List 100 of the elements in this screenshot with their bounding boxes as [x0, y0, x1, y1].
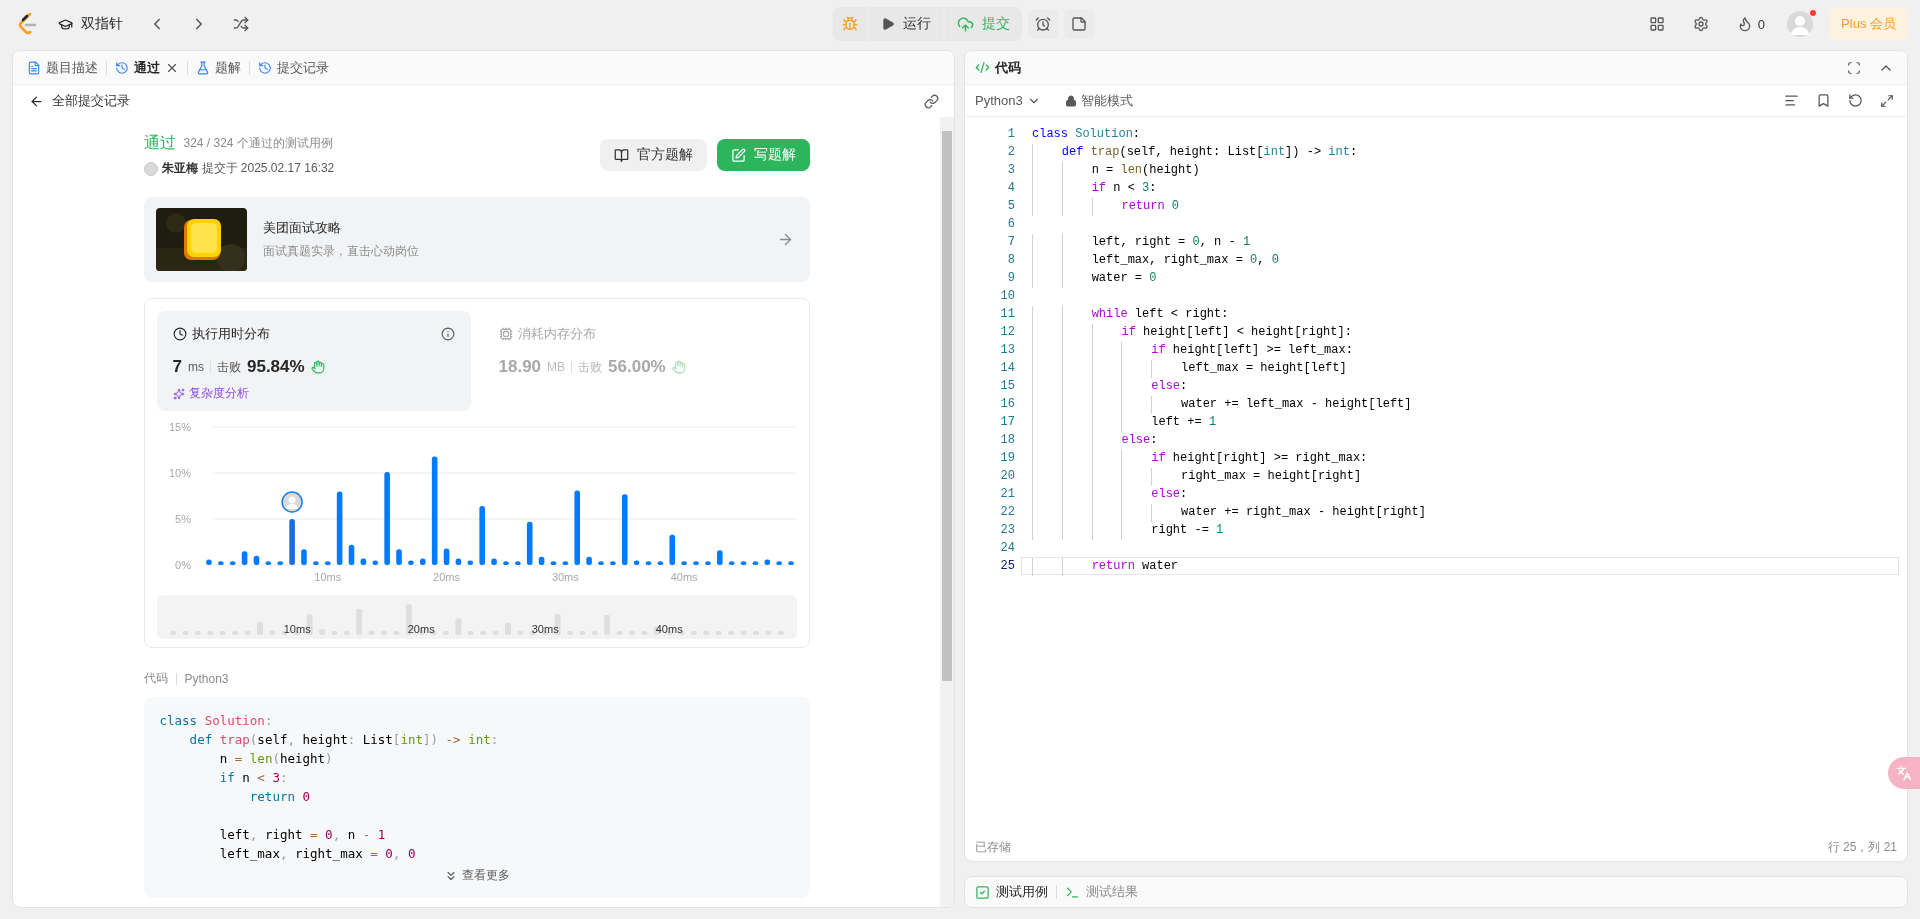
chart-bar [621, 494, 628, 565]
chart-bar [680, 561, 687, 565]
chart-bar [550, 561, 556, 565]
axis-label: 30ms [531, 623, 559, 635]
language-select[interactable]: Python3 [975, 93, 1041, 108]
axis-label: 30ms [551, 571, 579, 583]
chart-bar [300, 549, 307, 565]
code-line: right -= 1 [1021, 521, 1899, 539]
chart-bar [716, 550, 723, 565]
axis-label: 0% [174, 559, 191, 571]
code-line: if n < 3: [218, 769, 289, 787]
code-line: class Solution: [1031, 126, 1142, 143]
code-line: water += right_max - height[right] [1021, 503, 1899, 521]
code-line: while left < right: [1021, 305, 1899, 323]
show-more-link[interactable]: 查看更多 [443, 867, 510, 884]
code-line: else: [1021, 431, 1899, 449]
chart-bar [645, 561, 651, 565]
play-icon [880, 17, 895, 31]
chart-bar [657, 561, 663, 565]
smart-mode-button[interactable]: 智能模式 [1058, 90, 1139, 111]
line-number: 8 [1006, 253, 1015, 267]
stat-percent: 56.00% [608, 357, 666, 377]
stat-tab[interactable]: 执行用时分布 7 ms 击败 95.84% 复杂度分析 [156, 311, 471, 411]
checkbox-icon [975, 884, 990, 900]
tab[interactable]: 题解 [190, 54, 247, 81]
complexity-link[interactable]: 复杂度分析 [172, 385, 455, 402]
axis-label: 10ms [283, 623, 311, 635]
chart-bar [205, 559, 212, 565]
chart-bar [276, 561, 283, 565]
status-text: 通过 [143, 133, 176, 153]
chart-bar [348, 544, 354, 565]
logo-icon[interactable] [18, 13, 38, 35]
code-line: left_max, right_max = 0, 0 [218, 845, 417, 863]
link-icon [923, 93, 939, 109]
line-number: 19 [999, 451, 1015, 465]
stat-label: 击败 [578, 358, 603, 376]
chart-bar [467, 560, 473, 565]
line-number: 16 [999, 397, 1015, 411]
bookmark-icon [1815, 93, 1831, 108]
chart-bar [752, 561, 758, 565]
align-left-icon [1783, 93, 1799, 108]
tab[interactable]: 通过 [109, 54, 185, 81]
test-cases-text: 324 / 324 个通过的测试用例 [183, 135, 333, 152]
stat-label: 击败 [216, 358, 241, 376]
flask-icon [196, 60, 210, 75]
code-line: else: [1021, 485, 1899, 503]
chart-bar [704, 561, 711, 565]
official-solution-button[interactable]: 官方题解 [599, 139, 707, 171]
line-number: 7 [1006, 235, 1015, 249]
line-number: 12 [999, 325, 1015, 339]
chart-bar [253, 555, 259, 565]
chart-bar [692, 561, 699, 565]
chart-bar [597, 561, 604, 565]
chart-bar [609, 561, 616, 565]
streak-button[interactable]: 0 [1730, 15, 1772, 33]
code-line: right_max = height[right] [1021, 467, 1899, 485]
chart-bar [360, 558, 366, 565]
expand-icon [1880, 93, 1894, 108]
avatar-icon [280, 491, 303, 513]
code-line: else: [1021, 377, 1899, 395]
chart-bar [775, 561, 782, 565]
chart-bar [217, 561, 224, 565]
axis-label: 20ms [407, 623, 435, 635]
stat-title: 消耗内存分布 [517, 325, 596, 343]
problem-button[interactable]: 双指针 [52, 15, 129, 33]
chart-bar [764, 559, 770, 565]
undo-icon [1847, 93, 1863, 108]
stat-unit: MB [547, 360, 566, 374]
info-icon[interactable] [440, 327, 455, 341]
axis-label: 10ms [313, 571, 341, 583]
tab[interactable]: 提交记录 [252, 54, 335, 81]
line-number: 24 [999, 541, 1015, 555]
note-button[interactable] [1063, 9, 1094, 39]
code-line: def trap(self, height: List[int]) -> int: [188, 731, 500, 749]
promo-title: 美团面试攻略 [262, 219, 342, 237]
line-number: 6 [1006, 217, 1015, 231]
fullscreen-icon [1847, 60, 1861, 75]
line-number: 4 [1006, 181, 1015, 195]
chart-bar [740, 561, 746, 565]
code-line: left += 1 [1021, 413, 1899, 431]
chart-bar [288, 519, 295, 565]
complexity-text: 复杂度分析 [188, 385, 249, 402]
chart-bar [787, 561, 794, 565]
promo-card[interactable]: 美团面试攻略 面试真题实录，直击心动岗位 [143, 197, 810, 282]
chart-bar [265, 561, 271, 565]
avatar[interactable] [1787, 11, 1814, 37]
axis-label: 10% [168, 467, 191, 479]
alarm-button[interactable] [1027, 9, 1058, 39]
chart-bar [514, 561, 521, 565]
history-icon [258, 60, 272, 75]
code-line: left_max = height[left] [1021, 359, 1899, 377]
shuffle-icon [233, 16, 249, 32]
chart-bar [502, 561, 509, 565]
stat-unit: ms [187, 360, 204, 374]
promo-subtitle: 面试真题实录，直击心动岗位 [262, 243, 420, 260]
line-number: 5 [1006, 199, 1015, 213]
tab[interactable]: 题目描述 [21, 54, 104, 81]
tab[interactable]: 测试用例 [975, 883, 1048, 901]
back-link[interactable]: 全部提交记录 [29, 92, 130, 110]
line-number: 25 [999, 559, 1015, 573]
